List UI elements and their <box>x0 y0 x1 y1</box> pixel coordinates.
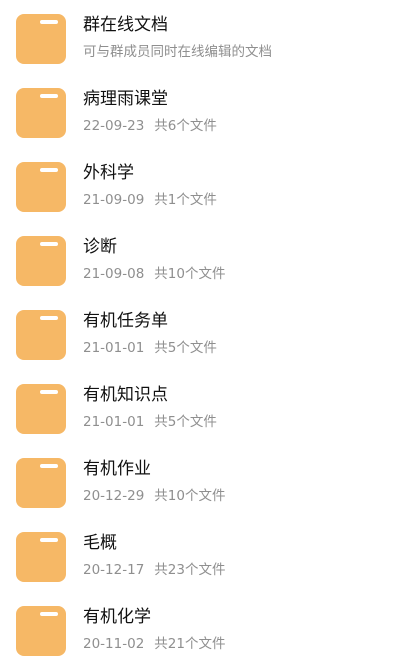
folder-icon <box>16 310 66 360</box>
folder-row[interactable]: 有机知识点 21-01-01 共5个文件 <box>0 384 413 458</box>
folder-date: 21-09-09 <box>83 192 145 208</box>
folder-title: 有机任务单 <box>83 311 168 331</box>
folder-meta: 20-12-29 共10个文件 <box>83 487 225 505</box>
folder-file-count: 共6个文件 <box>154 118 217 134</box>
folder-icon <box>16 606 66 656</box>
folder-row[interactable]: 有机任务单 21-01-01 共5个文件 <box>0 310 413 384</box>
folder-file-count: 共1个文件 <box>154 192 217 208</box>
folder-date: 21-01-01 <box>83 340 145 356</box>
folder-icon <box>16 458 66 508</box>
folder-title: 外科学 <box>83 163 134 183</box>
folder-icon <box>16 88 66 138</box>
folder-row[interactable]: 有机化学 20-11-02 共21个文件 <box>0 606 413 668</box>
folder-date: 20-11-02 <box>83 636 145 652</box>
folder-icon <box>16 236 66 286</box>
folder-meta: 21-09-08 共10个文件 <box>83 265 225 283</box>
folder-title: 病理雨课堂 <box>83 89 168 109</box>
folder-date: 21-01-01 <box>83 414 145 430</box>
folder-date: 22-09-23 <box>83 118 145 134</box>
folder-file-count: 共21个文件 <box>154 636 226 652</box>
folder-icon <box>16 14 66 64</box>
folder-title: 群在线文档 <box>83 15 168 35</box>
folder-row[interactable]: 有机作业 20-12-29 共10个文件 <box>0 458 413 532</box>
folder-row-group-online-docs[interactable]: 群在线文档 可与群成员同时在线编辑的文档 <box>0 14 413 88</box>
folder-meta: 21-01-01 共5个文件 <box>83 339 217 357</box>
folder-row[interactable]: 病理雨课堂 22-09-23 共6个文件 <box>0 88 413 162</box>
folder-file-count: 共5个文件 <box>154 340 217 356</box>
folder-row[interactable]: 外科学 21-09-09 共1个文件 <box>0 162 413 236</box>
folder-file-count: 共10个文件 <box>154 266 226 282</box>
folder-icon <box>16 532 66 582</box>
folder-meta: 20-11-02 共21个文件 <box>83 635 225 653</box>
folder-description: 可与群成员同时在线编辑的文档 <box>83 44 272 60</box>
folder-title: 有机知识点 <box>83 385 168 405</box>
folder-meta: 21-09-09 共1个文件 <box>83 191 217 209</box>
folder-title: 诊断 <box>83 237 117 257</box>
folder-title: 有机化学 <box>83 607 151 627</box>
folder-row[interactable]: 毛概 20-12-17 共23个文件 <box>0 532 413 606</box>
folder-list: 群在线文档 可与群成员同时在线编辑的文档 病理雨课堂 22-09-23 共6个文件… <box>0 0 413 668</box>
folder-title: 有机作业 <box>83 459 151 479</box>
folder-icon <box>16 162 66 212</box>
folder-meta: 22-09-23 共6个文件 <box>83 117 217 135</box>
folder-file-count: 共5个文件 <box>154 414 217 430</box>
folder-file-count: 共10个文件 <box>154 488 226 504</box>
folder-meta: 20-12-17 共23个文件 <box>83 561 225 579</box>
folder-icon <box>16 384 66 434</box>
folder-row[interactable]: 诊断 21-09-08 共10个文件 <box>0 236 413 310</box>
folder-meta: 21-01-01 共5个文件 <box>83 413 217 431</box>
folder-date: 21-09-08 <box>83 266 145 282</box>
folder-subtitle: 可与群成员同时在线编辑的文档 <box>83 43 272 61</box>
folder-file-count: 共23个文件 <box>154 562 226 578</box>
folder-date: 20-12-29 <box>83 488 145 504</box>
folder-date: 20-12-17 <box>83 562 145 578</box>
folder-title: 毛概 <box>83 533 117 553</box>
